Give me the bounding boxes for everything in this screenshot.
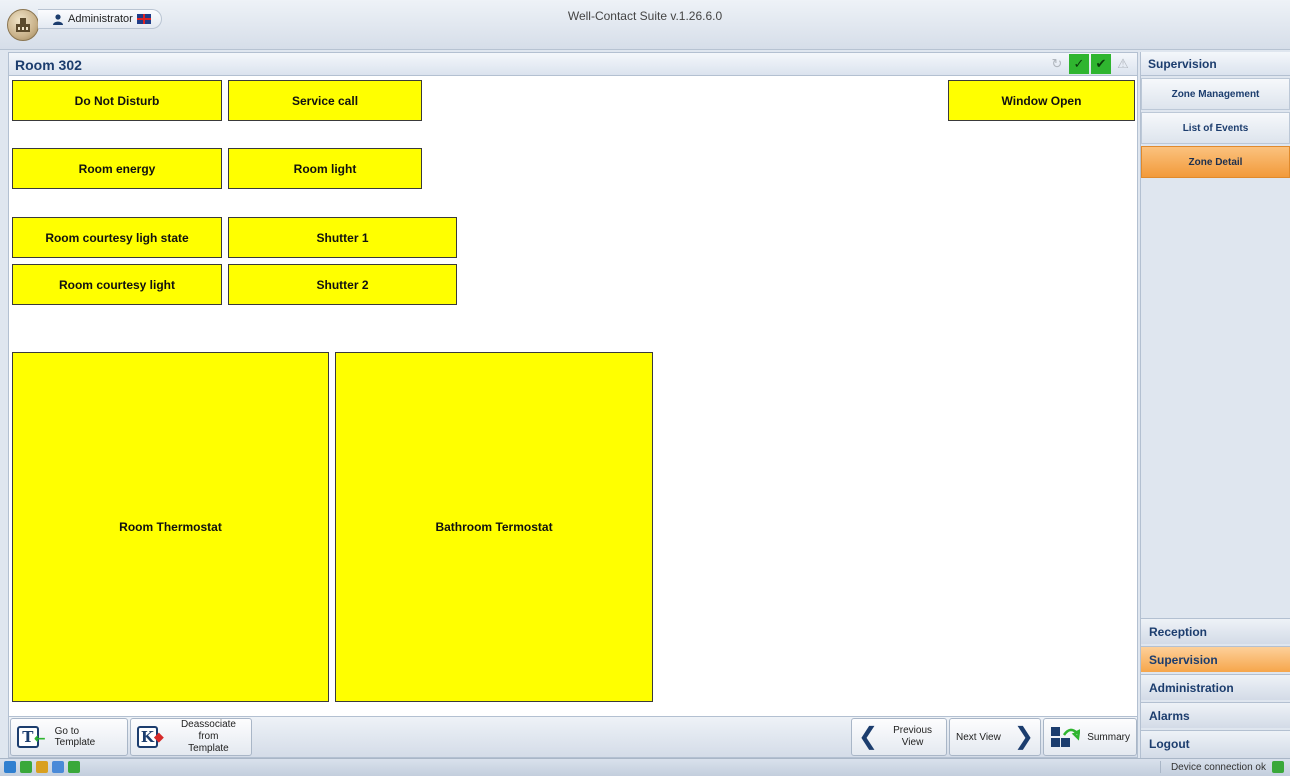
nav-logout[interactable]: Logout xyxy=(1141,730,1290,758)
database-icon xyxy=(20,761,32,773)
status-bar: Device connection ok xyxy=(0,758,1290,776)
nav-alarms[interactable]: Alarms xyxy=(1141,702,1290,728)
double-check-icon[interactable]: ✔ xyxy=(1091,54,1111,74)
chevron-left-icon: ❮ xyxy=(858,723,879,750)
deassociate-label-line2: Template xyxy=(188,743,229,754)
title-bar: Administrator Well-Contact Suite v.1.26.… xyxy=(0,0,1290,50)
tile-room-courtesy-light-state[interactable]: Room courtesy ligh state xyxy=(12,217,222,258)
connection-ok-icon xyxy=(1272,761,1284,773)
status-icons: ↻ ✓ ✔ ⚠ xyxy=(1047,54,1133,74)
previous-view-button[interactable]: ❮ Previous View xyxy=(851,718,947,756)
bottom-toolbar: T ← Go to Template K ◆ Deassociate from Te… xyxy=(8,716,1138,758)
previous-label-line1: Previous xyxy=(893,725,932,736)
users-icon xyxy=(52,761,64,773)
go-to-template-button[interactable]: T ← Go to Template xyxy=(10,718,128,756)
zone-detail-canvas: Do Not Disturb Service call Window Open … xyxy=(8,76,1138,716)
chevron-right-icon: ❯ xyxy=(1013,723,1034,750)
right-sidebar: Supervision Zone Management List of Even… xyxy=(1140,52,1290,758)
tile-room-courtesy-light[interactable]: Room courtesy light xyxy=(12,264,222,305)
tile-shutter-1[interactable]: Shutter 1 xyxy=(228,217,457,258)
sidebar-header: Supervision xyxy=(1141,52,1290,76)
deassociate-template-button[interactable]: K ◆ Deassociate from Template xyxy=(130,718,252,756)
template-icon: T ← xyxy=(17,726,46,748)
network-icon xyxy=(4,761,16,773)
deassociate-label-line1: Deassociate from xyxy=(180,719,236,742)
device-icon xyxy=(68,761,80,773)
history-icon[interactable]: ↻ xyxy=(1047,54,1067,74)
window-title: Well-Contact Suite v.1.26.6.0 xyxy=(567,9,723,23)
check-icon[interactable]: ✓ xyxy=(1069,54,1089,74)
summary-label: Summary xyxy=(1087,731,1130,743)
tile-room-light[interactable]: Room light xyxy=(228,148,422,189)
tile-service-call[interactable]: Service call xyxy=(228,80,422,121)
sidebar-item-list-of-events[interactable]: List of Events xyxy=(1141,112,1290,144)
tile-bathroom-thermostat[interactable]: Bathroom Termostat xyxy=(335,352,653,702)
tile-room-energy[interactable]: Room energy xyxy=(12,148,222,189)
connection-status: Device connection ok xyxy=(1170,761,1266,773)
deassociate-icon: K ◆ xyxy=(137,726,164,748)
go-to-template-label: Go to Template xyxy=(54,726,96,748)
tile-shutter-2[interactable]: Shutter 2 xyxy=(228,264,457,305)
nav-supervision[interactable]: Supervision xyxy=(1141,646,1290,672)
summary-icon xyxy=(1051,727,1080,747)
sidebar-item-zone-detail[interactable]: Zone Detail xyxy=(1141,146,1290,178)
sidebar-item-zone-management[interactable]: Zone Management xyxy=(1141,78,1290,110)
tile-room-thermostat[interactable]: Room Thermostat xyxy=(12,352,329,702)
summary-button[interactable]: Summary xyxy=(1043,718,1137,756)
next-view-button[interactable]: Next View ❯ xyxy=(949,718,1041,756)
previous-label-line2: View xyxy=(901,737,924,748)
nav-administration[interactable]: Administration xyxy=(1141,674,1290,700)
server-icon xyxy=(36,761,48,773)
panel-header: Room 302 ↻ ✓ ✔ ⚠ xyxy=(8,52,1138,76)
nav-reception[interactable]: Reception xyxy=(1141,618,1290,644)
warning-icon[interactable]: ⚠ xyxy=(1113,54,1133,74)
tile-window-open[interactable]: Window Open xyxy=(948,80,1135,121)
tile-do-not-disturb[interactable]: Do Not Disturb xyxy=(12,80,222,121)
page-title: Room 302 xyxy=(15,57,82,73)
next-view-label: Next View xyxy=(956,731,1001,743)
